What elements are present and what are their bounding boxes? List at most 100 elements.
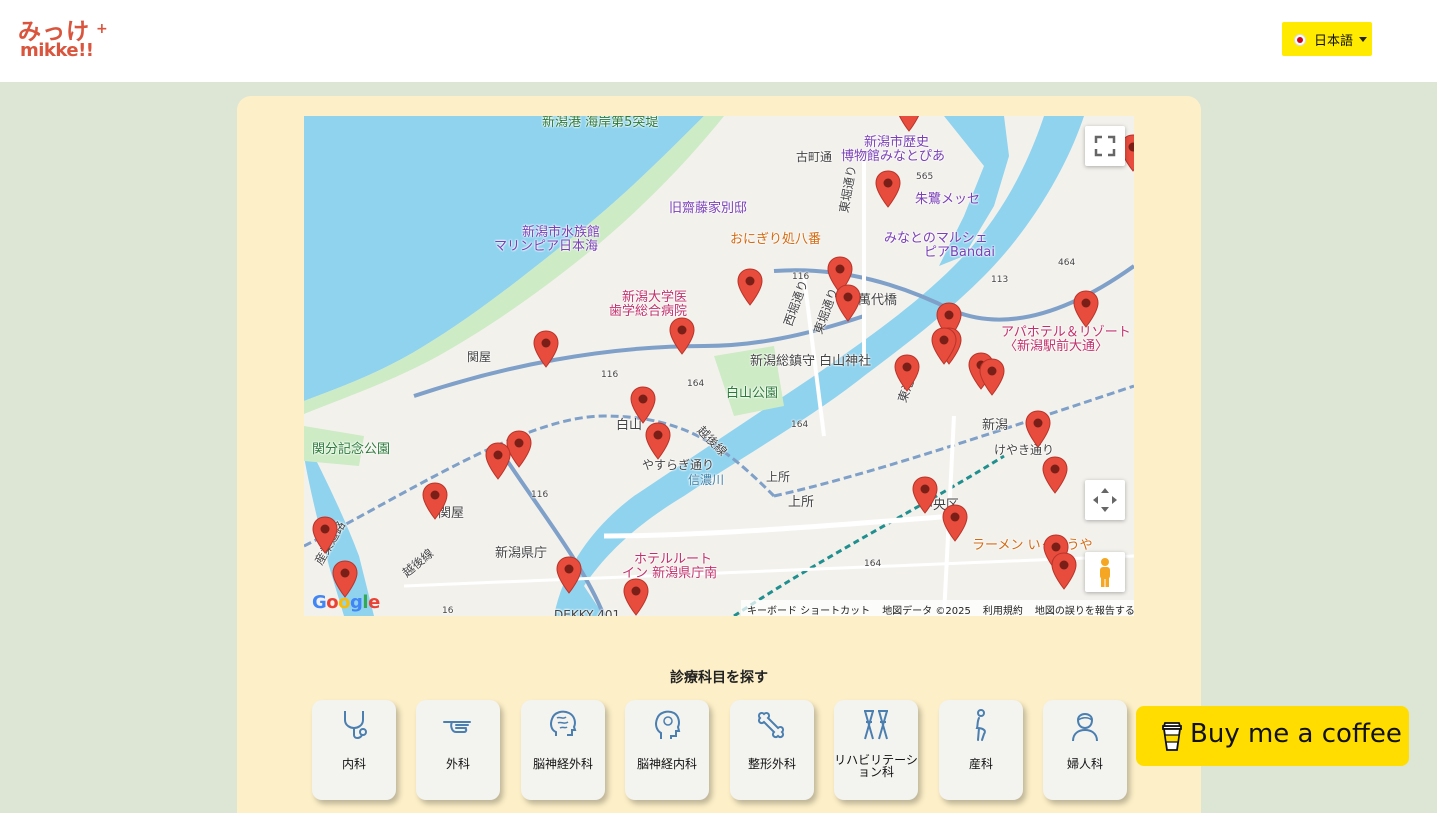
department-card-neurology[interactable]: 脳神経内科: [625, 700, 709, 800]
caret-down-icon: [1359, 37, 1367, 42]
map-label-route164b: 164: [791, 420, 809, 430]
map-label-sekiya: 関屋: [467, 350, 492, 364]
department-label: リハビリテーション科: [834, 753, 918, 779]
terms-link[interactable]: 利用規約: [983, 602, 1023, 616]
crutches-icon: [864, 710, 888, 740]
department-card-obstetrics[interactable]: 産科: [939, 700, 1023, 800]
clinic-map-pin[interactable]: [737, 268, 763, 306]
department-label: 脳神経内科: [636, 757, 697, 771]
map-label-onigiri: おにぎり処八番: [730, 232, 822, 247]
bone-icon: [757, 711, 785, 739]
map-label-deikey: DEKKY 401: [554, 608, 621, 616]
department-section-title: 診療科目を探す: [670, 670, 768, 686]
street-view-button[interactable]: [1085, 552, 1125, 592]
head-icon: [655, 710, 681, 739]
map-label-route565: 565: [916, 172, 934, 182]
department-card-internal[interactable]: 内科: [312, 700, 396, 800]
clinic-map-pin[interactable]: [312, 516, 338, 554]
clinic-map-pin[interactable]: [1025, 410, 1051, 448]
clinic-map-pin[interactable]: [669, 317, 695, 355]
clinic-map-pin[interactable]: [931, 327, 957, 365]
pregnant-icon: [975, 709, 986, 741]
clinic-map-pin[interactable]: [645, 422, 671, 460]
department-card-rehabilitation[interactable]: リハビリテーション科: [834, 700, 918, 800]
department-label: 整形外科: [747, 757, 796, 771]
fullscreen-button[interactable]: [1085, 126, 1125, 166]
map-data-credit: 地図データ ©2025: [882, 606, 971, 616]
map-label-apa-2: 〈新潟駅前大通〉: [1004, 339, 1109, 354]
map-label-aquarium-2: マリンピア日本海: [494, 239, 599, 254]
map-label-history-museum-1: 新潟市歴史: [864, 135, 930, 150]
buy-me-a-coffee-button[interactable]: Buy me a coffee: [1136, 706, 1409, 766]
map-label-route164a: 164: [687, 379, 705, 389]
language-selector[interactable]: 日本語: [1282, 22, 1372, 56]
fullscreen-icon: [1094, 135, 1116, 157]
map-label-hakusan-park: 白山公園: [726, 386, 779, 401]
map-label-kanpu-park: 関分記念公園: [312, 442, 391, 457]
map-footer: キーボード ショートカット 地図データ ©2025 利用規約 地図の誤りを報告す…: [741, 600, 1134, 616]
clinic-map-pin[interactable]: [835, 284, 861, 322]
map-label-shinano-river: 信濃川: [688, 473, 725, 487]
map-label-port: 新潟港 海岸第5突堤: [542, 116, 659, 130]
map-label-niigata-station: 新潟: [982, 418, 1009, 433]
department-card-gynecology[interactable]: 婦人科: [1043, 700, 1127, 800]
map-label-route116b: 116: [601, 370, 619, 380]
map-label-hospital-1: 新潟大学医: [622, 290, 688, 305]
map-label-yasuragi: やすらぎ通り: [642, 458, 715, 472]
site-logo[interactable]: みっけ + mikke!!: [18, 12, 110, 66]
logo-plus-mark: +: [96, 21, 108, 37]
department-label: 外科: [445, 757, 470, 771]
brain-icon: [550, 710, 577, 736]
language-label: 日本語: [1314, 34, 1354, 49]
map-label-route16: 16: [442, 606, 454, 616]
department-card-neurosurgery[interactable]: 脳神経外科: [521, 700, 605, 800]
map-label-toki-messe: 朱鷺メッセ: [915, 192, 981, 207]
department-label: 内科: [341, 757, 366, 771]
clinic-map-pin[interactable]: [623, 578, 649, 616]
map-label-history-museum-2: 博物館みなとぴあ: [841, 149, 946, 164]
pointing-hand-icon: [443, 721, 471, 733]
clinic-map-pin[interactable]: [630, 386, 656, 424]
site-header: みっけ + mikke!! 日本語: [0, 0, 1437, 82]
clinic-map-pin[interactable]: [1073, 290, 1099, 328]
map-camera-control[interactable]: [1085, 480, 1125, 520]
japan-flag-icon: [1294, 34, 1306, 46]
stethoscope-icon: [344, 711, 367, 739]
google-logo: Google: [312, 592, 380, 613]
map-label-route464: 464: [1058, 258, 1076, 268]
map-label-hakusan-shrine: 新潟総鎮守 白山神社: [750, 354, 872, 369]
map-label-route116c: 116: [531, 490, 549, 500]
clinic-map-pin[interactable]: [533, 330, 559, 368]
map-label-ramen: ラーメン いっこうや: [972, 538, 1093, 553]
map-label-kamitokoro-2: 上所: [788, 495, 815, 510]
department-card-orthopedics[interactable]: 整形外科: [730, 700, 814, 800]
clinic-map[interactable]: 新潟港 海岸第5突堤 古町通 新潟市歴史 博物館みなとぴあ 565 朱鷺メッセ …: [304, 116, 1134, 616]
clinic-map-pin[interactable]: [979, 358, 1005, 396]
map-label-kamitokoro-1: 上所: [766, 470, 791, 484]
clinic-map-pin[interactable]: [875, 170, 901, 208]
logo-english-text: mikke!!: [20, 40, 94, 61]
clinic-map-pin[interactable]: [485, 442, 511, 480]
map-label-marche-2: ピアBandai: [924, 245, 995, 260]
map-label-furumachi: 古町通: [796, 150, 833, 164]
map-label-route113: 113: [991, 275, 1009, 285]
clinic-map-pin[interactable]: [896, 116, 922, 132]
coffee-label: Buy me a coffee: [1190, 719, 1402, 749]
woman-icon: [1072, 713, 1098, 742]
map-label-route164c: 164: [864, 559, 882, 569]
clinic-map-pin[interactable]: [1051, 552, 1077, 590]
keyboard-shortcuts-link[interactable]: キーボード ショートカット: [747, 602, 870, 616]
clinic-map-pin[interactable]: [912, 476, 938, 514]
clinic-map-pin[interactable]: [894, 354, 920, 392]
clinic-map-pin[interactable]: [942, 504, 968, 542]
map-label-aquarium-1: 新潟市水族館: [522, 225, 601, 240]
department-label: 産科: [968, 757, 993, 771]
report-error-link[interactable]: 地図の誤りを報告する: [1035, 602, 1134, 616]
clinic-map-pin[interactable]: [556, 556, 582, 594]
clinic-map-pin[interactable]: [1042, 456, 1068, 494]
clinic-map-pin[interactable]: [422, 482, 448, 520]
map-label-apa-1: アパホテル＆リゾート: [1001, 325, 1131, 340]
department-card-surgery[interactable]: 外科: [416, 700, 500, 800]
move-arrows-icon: [1093, 488, 1117, 512]
map-label-bandai-bridge: 萬代橋: [858, 293, 898, 308]
